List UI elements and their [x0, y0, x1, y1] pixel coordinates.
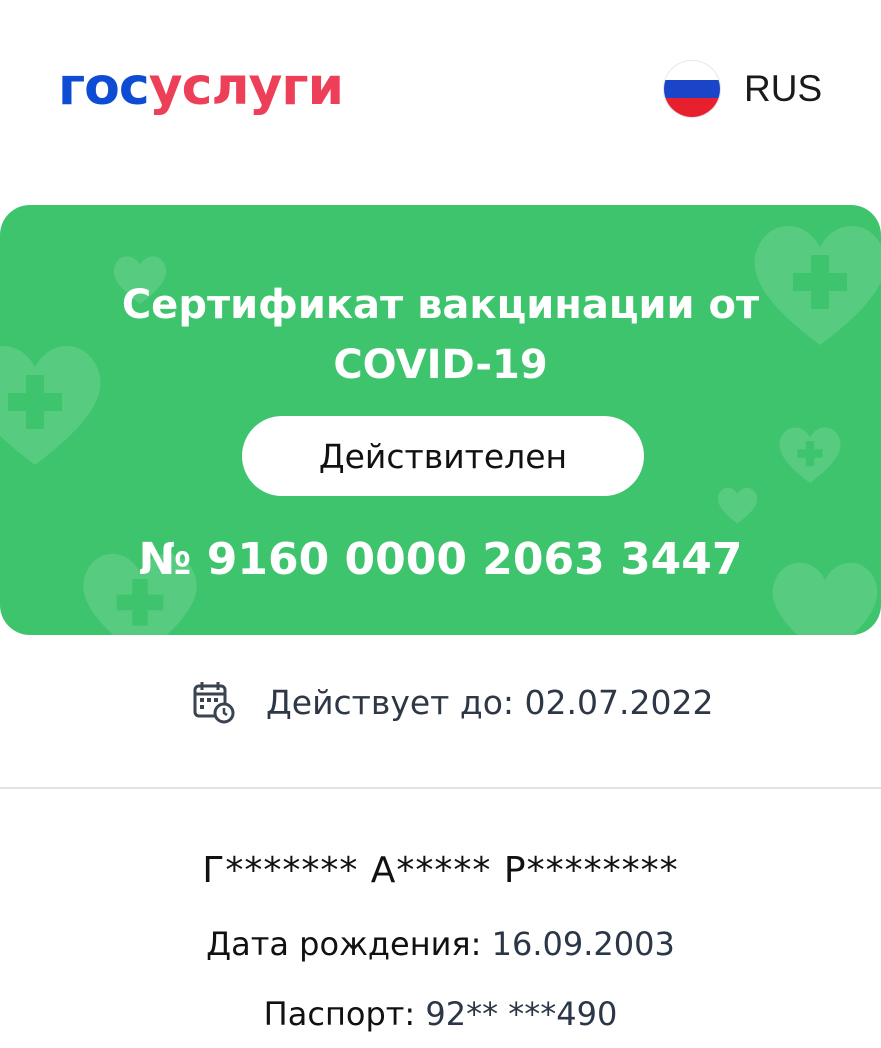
passport-row: Паспорт: 92** ***490 [0, 995, 881, 1033]
passport-value: 92** ***490 [425, 995, 618, 1033]
logo-part-uslugi: услуги [148, 57, 344, 117]
birth-date-value: 16.09.2003 [491, 925, 675, 963]
gosuslugi-logo[interactable]: госуслуги [58, 52, 344, 122]
heart-cross-icon [717, 487, 758, 524]
language-code: RUS [744, 68, 823, 109]
passport-label: Паспорт: [263, 995, 416, 1033]
status-badge: Действителен [242, 416, 644, 496]
language-switcher[interactable]: RUS [664, 58, 822, 120]
divider [0, 787, 881, 789]
certificate-number: № 9160 0000 2063 3447 [138, 534, 743, 585]
certificate-title-line1: Сертификат вакцинации от [121, 282, 760, 328]
heart-cross-icon [779, 427, 841, 483]
valid-until-row: Действует до: 02.07.2022 [192, 675, 713, 729]
header: госуслуги RUS [0, 0, 881, 170]
certificate-card: Сертификат вакцинации от COVID-19 Действ… [0, 205, 881, 635]
holder-name: Г******* А***** Р******** [202, 850, 679, 891]
russia-flag-icon [664, 61, 720, 117]
certificate-title: Сертификат вакцинации от COVID-19 [0, 275, 881, 395]
calendar-clock-icon [193, 682, 235, 724]
logo-part-gos: гос [58, 57, 150, 117]
birth-date-label: Дата рождения: [206, 925, 482, 963]
valid-until-text: Действует до: 02.07.2022 [266, 682, 714, 722]
certificate-title-line2: COVID-19 [333, 342, 548, 388]
birth-date-row: Дата рождения: 16.09.2003 [0, 925, 881, 963]
